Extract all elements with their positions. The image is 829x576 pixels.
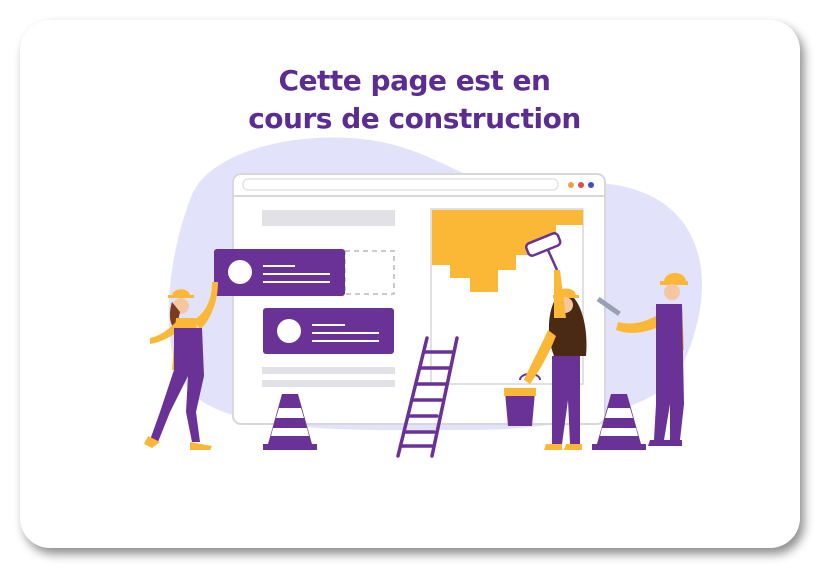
window-dot-blue-icon	[588, 182, 594, 188]
content-card-2	[263, 308, 394, 354]
window-dot-orange-icon	[568, 182, 574, 188]
browser-window	[232, 173, 606, 425]
window-dot-red-icon	[578, 182, 584, 188]
content-card-1	[214, 249, 345, 296]
under-construction-illustration	[144, 137, 702, 458]
